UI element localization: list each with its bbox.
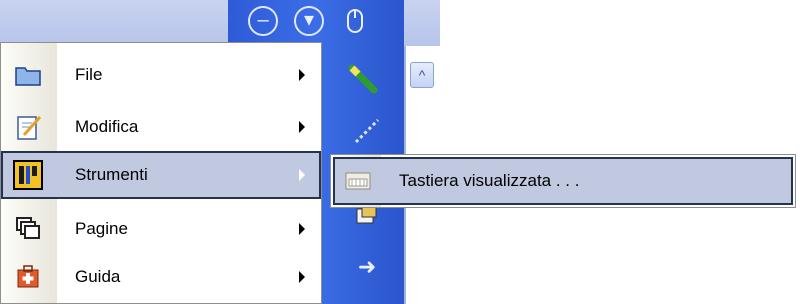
help-kit-icon bbox=[13, 262, 43, 292]
submenu-arrow-icon bbox=[299, 223, 305, 235]
submenu-arrow-icon bbox=[299, 121, 305, 133]
menu-item-label: Pagine bbox=[75, 219, 128, 238]
menu-item-label: File bbox=[75, 65, 103, 84]
menu-item-label: Guida bbox=[75, 267, 121, 286]
next-arrow-icon[interactable]: ➜ bbox=[352, 256, 382, 286]
menu-item-label: Modifica bbox=[75, 117, 139, 136]
submenu-arrow-icon bbox=[299, 271, 305, 283]
menu-item-guida[interactable]: Guida bbox=[1, 253, 321, 301]
tools-icon bbox=[13, 160, 43, 190]
submenu-arrow-icon bbox=[299, 169, 305, 181]
mouse-icon[interactable] bbox=[340, 4, 370, 34]
menu-item-strumenti[interactable]: Strumenti bbox=[1, 151, 321, 199]
submenu-item-tastiera-visualizzata[interactable]: Tastiera visualizzata . . . bbox=[333, 157, 793, 205]
submenu-arrow-icon bbox=[299, 69, 305, 81]
main-menu: File Modifica Strumenti Pagine Guida bbox=[0, 42, 322, 304]
keyboard-icon bbox=[343, 166, 373, 196]
folder-icon bbox=[13, 60, 43, 90]
menu-item-pagine[interactable]: Pagine bbox=[1, 205, 321, 253]
menu-item-label: Strumenti bbox=[75, 165, 148, 184]
dropdown-icon[interactable]: ▾ bbox=[294, 6, 324, 36]
scroll-up-button[interactable]: ^ bbox=[410, 62, 434, 88]
dotted-line-icon[interactable] bbox=[352, 116, 382, 146]
edit-document-icon bbox=[13, 112, 43, 142]
menu-item-modifica[interactable]: Modifica bbox=[1, 103, 321, 151]
menu-item-file[interactable]: File bbox=[1, 51, 321, 99]
submenu-item-label: Tastiera visualizzata . . . bbox=[399, 171, 580, 190]
strumenti-submenu: Tastiera visualizzata . . . bbox=[330, 154, 796, 208]
pages-icon bbox=[13, 214, 43, 244]
highlighter-icon[interactable] bbox=[346, 62, 378, 94]
minimize-icon[interactable]: – bbox=[248, 6, 278, 36]
